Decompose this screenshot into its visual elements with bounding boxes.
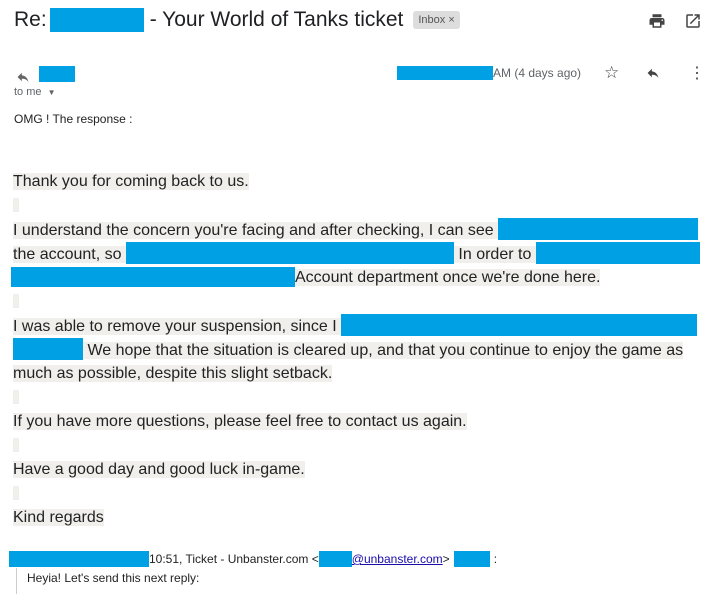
quoted-text: Heyia! Let's send this next reply: [27,571,200,585]
more-vert-icon: ⋮ [689,65,705,82]
message-date: AM (4 days ago) [397,66,581,80]
body-p3-l1: I was able to remove your suspension, si… [13,318,342,335]
date-text: AM (4 days ago) [493,66,582,80]
open-in-new-window-button[interactable] [684,12,702,35]
redacted-block [125,242,454,264]
remove-label-icon[interactable]: × [448,14,454,26]
subject-prefix: Re: [14,8,47,31]
chevron-down-icon[interactable]: ▼ [48,88,56,97]
recipient-text: to me [14,86,42,98]
body-p5: Have a good day and good luck in-game. [13,461,305,478]
body-p3-l2: We hope that the situation is cleared up… [83,342,684,359]
quote-bar [13,198,19,212]
star-icon: ☆ [604,63,620,82]
body-p2-l2b: In order to [453,246,536,263]
redacted-block [535,242,700,264]
reply-icon [17,72,29,82]
label-chip-inbox[interactable]: Inbox × [413,11,460,29]
email-subject: Re: - Your World of Tanks ticket Inbox × [14,8,460,32]
body-p3-l3: much as possible, despite this slight se… [13,365,333,382]
redacted-block [341,314,698,336]
more-options-button[interactable]: ⋮ [689,64,705,82]
quote-bar [13,390,19,404]
quote-bar [13,294,19,308]
body-p6: Kind regards [13,509,104,526]
quoted-date-redacted [9,551,149,567]
email-user-redacted [318,551,352,567]
body-p1: Thank you for coming back to us. [13,173,249,190]
reply-icon [647,68,659,78]
redacted-block [498,218,699,240]
quoted-text-block: Heyia! Let's send this next reply: [16,568,199,594]
quoted-header: 10:51, Ticket - Unbanster.com < @unbanst… [9,551,497,567]
label-chip-text: Inbox [418,14,446,26]
print-icon [649,14,665,28]
body-p2-l2a: the account, so [13,246,126,263]
body-p2-l3: Account department once we're done here. [295,269,601,286]
quote-bar [13,438,19,452]
redacted-block [453,551,490,567]
print-button[interactable] [648,12,666,35]
redacted-block [13,338,83,360]
quoted-header-text: 10:51, Ticket - Unbanster.com < [149,552,319,566]
recipient-details[interactable]: to me ▼ [14,86,56,98]
sender-name-redacted[interactable] [39,66,75,82]
quoted-header-close: > [442,552,450,566]
intro-text: OMG ! The response : [14,112,133,126]
body-p4: If you have more questions, please feel … [13,413,467,430]
redacted-block [11,267,295,287]
open-in-new-icon [686,14,700,28]
quoted-colon: : [493,552,498,566]
redacted-block [49,8,144,32]
date-redacted [397,66,493,80]
sender-email-link[interactable]: @unbanster.com [352,552,443,566]
reply-button[interactable] [644,64,662,87]
body-p2-l1: I understand the concern you're facing a… [13,222,499,239]
sender-row [14,62,75,86]
subject-suffix: - Your World of Tanks ticket [149,8,404,31]
quote-bar [13,486,19,500]
star-button[interactable]: ☆ [604,64,619,81]
